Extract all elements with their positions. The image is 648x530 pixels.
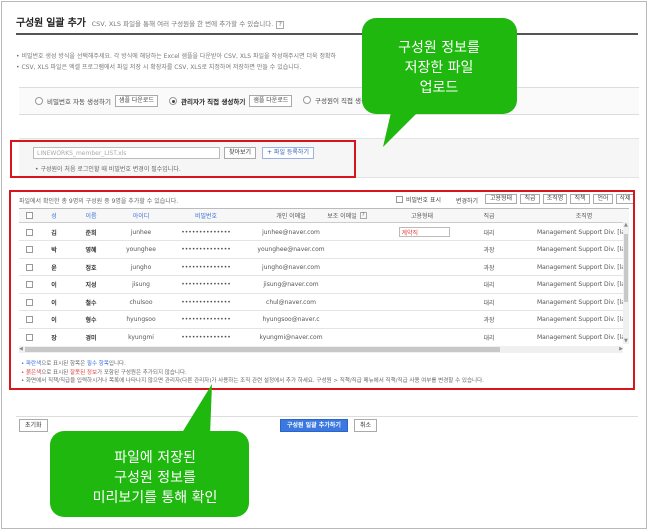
callout-line: 파일에 저장된 <box>114 450 196 466</box>
help-icon[interactable]: ? <box>276 21 285 29</box>
method-admin-option[interactable]: 관리자가 직접 생성하기 샘플 다운로드 <box>169 95 293 107</box>
sample-download-button[interactable]: 샘플 다운로드 <box>114 95 158 107</box>
method-label: 구성원이 직접 생성하 <box>315 97 373 105</box>
callout-line: 구성원 정보를 <box>114 470 196 486</box>
radio-selected-icon[interactable] <box>169 97 177 105</box>
callout-text-top: 구성원 정보를 저장한 파일 업로드 <box>374 38 504 98</box>
bulk-add-members-button[interactable]: 구성원 일괄 추가하기 <box>280 419 348 432</box>
title-divider <box>16 33 638 35</box>
callout-line: 저장한 파일 <box>404 60 474 76</box>
callout-line: 미리보기를 통해 확인 <box>92 490 218 506</box>
reset-button[interactable]: 초기화 <box>19 419 48 432</box>
sample-download-button[interactable]: 샘플 다운로드 <box>249 95 293 107</box>
method-auto-option[interactable]: 비밀번호 자동 생성하기 샘플 다운로드 <box>35 95 158 107</box>
method-label: 관리자가 직접 생성하기 <box>181 98 246 106</box>
radio-icon[interactable] <box>303 96 311 104</box>
page-title: 구성원 일괄 추가 <box>16 18 86 29</box>
callout-line: 업로드 <box>419 80 459 96</box>
callout-line: 구성원 정보를 <box>398 40 480 56</box>
radio-icon[interactable] <box>35 97 43 105</box>
title-row: 구성원 일괄 추가 CSV, XLS 파일을 통해 여러 구성원을 한 번에 추… <box>16 14 285 29</box>
password-method-selector: 비밀번호 자동 생성하기 샘플 다운로드 관리자가 직접 생성하기 샘플 다운로… <box>19 87 639 115</box>
instruction-notes: • 비밀번호 생성 방식을 선택해주세요. 각 방식에 해당하는 Excel 샘… <box>16 52 396 73</box>
footer-divider <box>16 416 638 417</box>
cancel-button[interactable]: 취소 <box>354 419 378 432</box>
callout-text-bottom: 파일에 저장된 구성원 정보를 미리보기를 통해 확인 <box>56 448 254 508</box>
page-subtitle: CSV, XLS 파일을 통해 여러 구성원을 한 번에 추가할 수 있습니다. <box>91 20 274 28</box>
preview-highlight-box <box>9 190 635 390</box>
upload-highlight-box <box>10 140 356 178</box>
note-line: • 비밀번호 생성 방식을 선택해주세요. 각 방식에 해당하는 Excel 샘… <box>16 53 337 60</box>
note-line: • CSV, XLS 파일은 엑셀 프로그램에서 파일 저장 시 확장자를 CS… <box>16 63 302 71</box>
method-label: 비밀번호 자동 생성하기 <box>47 98 111 106</box>
method-member-option[interactable]: 구성원이 직접 생성하 <box>303 95 373 105</box>
